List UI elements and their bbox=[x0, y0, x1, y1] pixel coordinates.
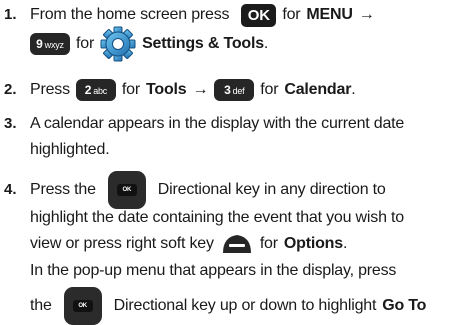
step-text: Press bbox=[30, 81, 70, 98]
key-letters: abc bbox=[93, 86, 108, 96]
step-text: for bbox=[76, 35, 95, 52]
instruction-page: 1. From the home screen press OK for MEN… bbox=[0, 0, 461, 325]
step-number: 1. bbox=[4, 6, 17, 23]
go-to-label: Go To bbox=[382, 297, 427, 314]
settings-gear-icon bbox=[100, 26, 136, 62]
step-text: . bbox=[351, 81, 356, 98]
step-4-line-5: the OK Directional key up or down to hig… bbox=[30, 287, 427, 325]
step-text: . bbox=[263, 35, 269, 52]
step-text: . bbox=[342, 235, 348, 252]
arrow-glyph: → bbox=[192, 81, 209, 98]
directional-key-icon: OK bbox=[63, 287, 102, 325]
step-1-line-1: From the home screen press OK for MENU → bbox=[30, 3, 375, 27]
step-3-line-1: A calendar appears in the display with t… bbox=[30, 115, 405, 132]
settings-tools-label: Settings & Tools bbox=[142, 35, 264, 52]
ok-key-icon: OK bbox=[241, 3, 277, 27]
key-2-icon: 2 abc bbox=[75, 79, 116, 101]
calendar-label: Calendar bbox=[284, 81, 352, 98]
step-4-line-3: view or press right soft key for Options… bbox=[30, 233, 347, 255]
directional-key-icon: OK bbox=[107, 171, 146, 209]
step-text: Press the bbox=[30, 181, 96, 198]
key-3-icon: 3 def bbox=[214, 79, 255, 101]
step-text: for bbox=[282, 6, 301, 23]
arrow-glyph: → bbox=[358, 6, 375, 23]
step-text: for bbox=[259, 235, 278, 252]
key-digit: 2 bbox=[84, 83, 92, 97]
step-text: for bbox=[121, 81, 140, 98]
step-text: for bbox=[260, 81, 279, 98]
step-1-line-2: 9 wxyz for Settings & Tools . bbox=[30, 26, 269, 62]
step-number: 2. bbox=[4, 81, 17, 98]
step-4-line-2: highlight the date containing the event … bbox=[30, 209, 404, 226]
key-9-icon: 9 wxyz bbox=[30, 33, 70, 55]
key-letters: def bbox=[232, 86, 245, 96]
step-3-line-2: highlighted. bbox=[30, 141, 110, 158]
step-text: Directional key in any direction to bbox=[157, 181, 386, 198]
key-digit: 3 bbox=[224, 83, 231, 97]
step-text: view or press right soft key bbox=[30, 235, 214, 252]
options-label: Options bbox=[283, 235, 343, 252]
step-2-line-1: Press 2 abc for Tools → 3 def for Calendar… bbox=[30, 79, 356, 101]
step-4-line-1: Press the OK Directional key in any dire… bbox=[30, 171, 386, 209]
step-text: From the home screen press bbox=[30, 6, 230, 23]
tools-label: Tools bbox=[145, 81, 187, 98]
menu-label: MENU bbox=[306, 6, 353, 23]
key-letters: wxyz bbox=[44, 40, 64, 50]
key-digit: 9 bbox=[36, 37, 43, 51]
right-soft-key-icon bbox=[222, 235, 251, 253]
step-text: Directional key up or down to highlight bbox=[113, 297, 377, 314]
step-4-line-4: In the pop-up menu that appears in the d… bbox=[30, 262, 397, 279]
step-number: 3. bbox=[4, 115, 17, 132]
step-number: 4. bbox=[4, 181, 17, 198]
step-text: the bbox=[30, 297, 52, 314]
ok-center-label: OK bbox=[116, 184, 137, 196]
ok-center-label: OK bbox=[72, 300, 93, 312]
